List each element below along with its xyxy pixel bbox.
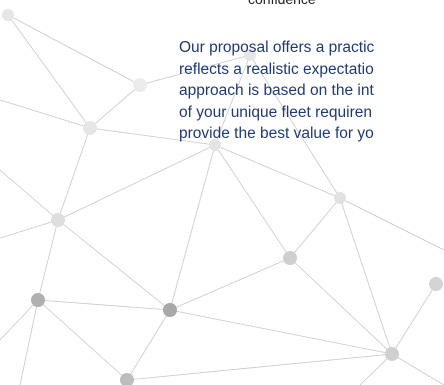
heading-fragment: confidence bbox=[248, 0, 316, 7]
document-page: confidence Our proposal offers a practic… bbox=[0, 0, 444, 385]
paragraph-line: reflects a realistic expectatio bbox=[179, 60, 374, 78]
network-node bbox=[429, 277, 443, 291]
network-node bbox=[385, 347, 399, 361]
paragraph-line: approach is based on the int bbox=[179, 82, 374, 99]
network-node bbox=[31, 293, 45, 307]
network-node bbox=[120, 373, 134, 385]
network-node bbox=[2, 9, 14, 21]
proposal-paragraph: Our proposal offers a practic reflects a… bbox=[179, 37, 444, 145]
network-node bbox=[83, 121, 97, 135]
paragraph-line: Our proposal offers a practic bbox=[179, 39, 375, 56]
paragraph-line: provide the best value for yo bbox=[179, 125, 374, 142]
network-node bbox=[334, 192, 346, 204]
network-node bbox=[283, 251, 297, 265]
paragraph-line: of your unique fleet requiren bbox=[179, 103, 373, 121]
network-node bbox=[51, 213, 65, 227]
network-node bbox=[163, 303, 177, 317]
network-node bbox=[133, 78, 147, 92]
